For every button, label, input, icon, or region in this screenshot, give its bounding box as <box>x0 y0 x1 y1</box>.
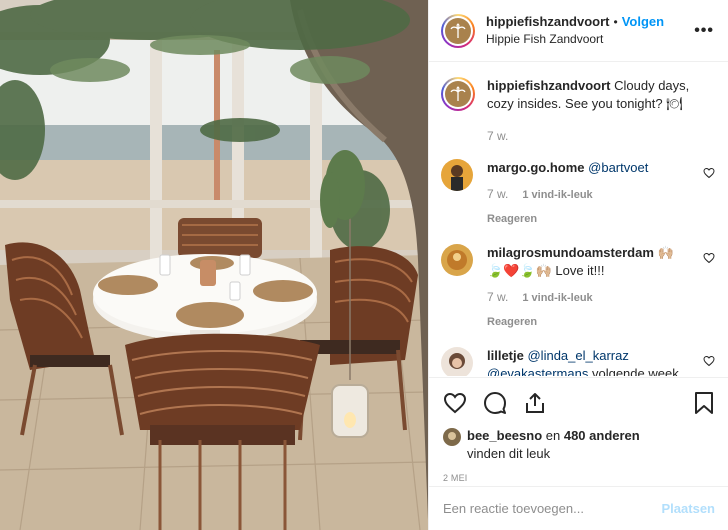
comment-item: margo.go.home @bartvoet 7 w. 1 vind-ik-le… <box>441 159 715 228</box>
comment-mention[interactable]: @bartvoet <box>588 160 648 175</box>
post-date[interactable]: 2 MEI <box>443 473 715 483</box>
profile-avatar[interactable] <box>441 13 475 48</box>
comment-body: lilletje @linda_el_karraz @evakastermans… <box>487 347 687 376</box>
comment-time[interactable]: 7 w. <box>487 187 508 201</box>
more-options-icon[interactable]: ••• <box>694 22 714 40</box>
comment-icon[interactable] <box>483 391 507 415</box>
reply-button[interactable]: Reageren <box>487 313 687 331</box>
avatar-image <box>441 244 473 276</box>
reply-button[interactable]: Reageren <box>487 210 687 228</box>
likes-suffix: vinden dit leuk <box>467 446 551 461</box>
comment-info: 7 w. 1 vind-ik-leuk <box>487 288 687 307</box>
comment-username[interactable]: lilletje <box>487 348 524 363</box>
comment-info: 7 w. 1 vind-ik-leuk <box>487 185 687 204</box>
action-icons <box>443 390 715 416</box>
comment-likes[interactable]: 1 vind-ik-leuk <box>522 292 592 304</box>
liker-avatar[interactable] <box>443 428 461 446</box>
add-comment-bar: Plaatsen <box>429 486 728 530</box>
post-comment-button[interactable]: Plaatsen <box>662 501 715 516</box>
avatar-image <box>441 347 473 376</box>
caption-avatar[interactable] <box>441 77 475 111</box>
avatar-image <box>441 159 473 191</box>
comment-text: volgende week <box>588 366 679 376</box>
comment-heart-icon[interactable] <box>703 252 715 264</box>
share-icon[interactable] <box>523 391 547 415</box>
post-header: hippiefishzandvoort • Volgen Hippie Fish Z… <box>429 0 728 62</box>
likes-connector: en <box>542 428 564 443</box>
comment-heart-icon[interactable] <box>703 167 715 179</box>
comment-body: milagrosmundoamsterdam 🙌🏼 🍃❤️🍃🙌🏼 Love it… <box>487 244 687 331</box>
comment-username[interactable]: milagrosmundoamsterdam <box>487 245 654 260</box>
avatar-image <box>443 428 461 446</box>
comment-input[interactable] <box>443 501 662 516</box>
header-location[interactable]: Hippie Fish Zandvoort <box>486 31 664 48</box>
post-sidebar: hippiefishzandvoort • Volgen Hippie Fish Z… <box>428 0 728 530</box>
comment-body: margo.go.home @bartvoet 7 w. 1 vind-ik-le… <box>487 159 687 228</box>
comment-item: lilletje @linda_el_karraz @evakastermans… <box>441 347 715 376</box>
comment-item: milagrosmundoamsterdam 🙌🏼 🍃❤️🍃🙌🏼 Love it… <box>441 244 715 331</box>
comment-username[interactable]: margo.go.home <box>487 160 585 175</box>
caption-username[interactable]: hippiefishzandvoort <box>487 78 611 93</box>
follow-button[interactable]: Volgen <box>622 14 664 29</box>
bookmark-icon[interactable] <box>693 391 715 415</box>
comment-likes[interactable]: 1 vind-ik-leuk <box>522 189 592 201</box>
post-photo[interactable] <box>0 0 428 530</box>
header-meta: hippiefishzandvoort • Volgen Hippie Fish Z… <box>486 13 664 48</box>
commenter-avatar[interactable] <box>441 347 473 376</box>
comment-heart-icon[interactable] <box>703 355 715 367</box>
restaurant-photo <box>0 0 428 530</box>
header-separator: • <box>613 15 618 29</box>
others-likes-link[interactable]: 480 anderen <box>564 428 640 443</box>
caption-time[interactable]: 7 w. <box>487 129 715 143</box>
first-liker[interactable]: bee_beesno <box>467 428 542 443</box>
likes-summary: bee_beesno en 480 anderen vinden dit leu… <box>443 427 715 463</box>
instagram-post: hippiefishzandvoort • Volgen Hippie Fish Z… <box>0 0 728 530</box>
caption-text: hippiefishzandvoort Cloudy days, cozy in… <box>487 77 715 113</box>
post-actions: bee_beesno en 480 anderen vinden dit leu… <box>429 377 728 483</box>
commenter-avatar[interactable] <box>441 159 473 191</box>
palm-logo-icon <box>450 22 466 38</box>
likes-text: bee_beesno en 480 anderen vinden dit leu… <box>467 427 640 463</box>
header-username[interactable]: hippiefishzandvoort <box>486 14 610 29</box>
caption: hippiefishzandvoort Cloudy days, cozy in… <box>441 77 715 113</box>
palm-logo-icon <box>450 86 466 101</box>
comments-list[interactable]: hippiefishzandvoort Cloudy days, cozy in… <box>429 63 728 376</box>
comment-time[interactable]: 7 w. <box>487 290 508 304</box>
commenter-avatar[interactable] <box>441 244 473 276</box>
heart-icon[interactable] <box>443 391 467 415</box>
